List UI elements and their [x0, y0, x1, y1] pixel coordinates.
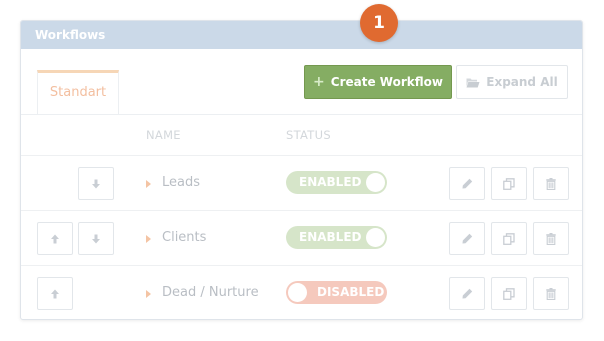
column-header-status: STATUS [286, 128, 331, 142]
toggle-knob [366, 173, 385, 192]
folder-open-icon [466, 78, 480, 87]
delete-button[interactable] [533, 277, 569, 310]
panel-title: Workflows [21, 21, 582, 49]
pencil-icon [462, 288, 472, 299]
expand-caret-icon[interactable] [146, 290, 151, 298]
copy-icon [503, 177, 515, 190]
status-label: ENABLED [299, 230, 362, 244]
arrow-up-icon [51, 289, 59, 298]
workflow-name[interactable]: Leads [162, 175, 200, 190]
arrow-down-icon [92, 179, 100, 188]
row-divider [21, 155, 582, 156]
plus-icon: + [313, 74, 325, 90]
create-workflow-label: Create Workflow [330, 75, 443, 89]
create-workflow-button[interactable]: + Create Workflow [304, 65, 452, 99]
trash-icon [546, 177, 556, 190]
row-divider [21, 210, 582, 211]
pencil-icon [462, 178, 472, 189]
expand-caret-icon[interactable] [146, 235, 151, 243]
tab-standart[interactable]: Standart [37, 70, 119, 115]
workflows-panel: Workflows Standart + Create Workflow Exp… [20, 20, 583, 320]
status-toggle[interactable]: DISABLED [286, 281, 387, 304]
copy-icon [503, 232, 515, 245]
step-badge: 1 [360, 4, 398, 42]
workflow-name[interactable]: Clients [162, 230, 206, 245]
duplicate-button[interactable] [491, 167, 527, 200]
arrow-down-icon [92, 234, 100, 243]
toggle-knob [288, 283, 307, 302]
pencil-icon [462, 233, 472, 244]
expand-all-label: Expand All [486, 75, 558, 89]
expand-all-button[interactable]: Expand All [456, 65, 568, 99]
duplicate-button[interactable] [491, 222, 527, 255]
edit-button[interactable] [449, 222, 485, 255]
edit-button[interactable] [449, 277, 485, 310]
edit-button[interactable] [449, 167, 485, 200]
status-toggle[interactable]: ENABLED [286, 226, 387, 249]
delete-button[interactable] [533, 222, 569, 255]
tab-divider [21, 114, 582, 115]
row-divider [21, 265, 582, 266]
trash-icon [546, 232, 556, 245]
toggle-knob [366, 228, 385, 247]
arrow-up-icon [51, 234, 59, 243]
trash-icon [546, 287, 556, 300]
move-up-button[interactable] [37, 277, 73, 310]
move-down-button[interactable] [78, 167, 114, 200]
status-label: ENABLED [299, 175, 362, 189]
move-up-button[interactable] [37, 222, 73, 255]
move-down-button[interactable] [78, 222, 114, 255]
delete-button[interactable] [533, 167, 569, 200]
column-header-name: NAME [146, 128, 181, 142]
copy-icon [503, 287, 515, 300]
expand-caret-icon[interactable] [146, 180, 151, 188]
status-label: DISABLED [317, 285, 385, 299]
workflow-name[interactable]: Dead / Nurture [162, 285, 259, 300]
status-toggle[interactable]: ENABLED [286, 171, 387, 194]
duplicate-button[interactable] [491, 277, 527, 310]
